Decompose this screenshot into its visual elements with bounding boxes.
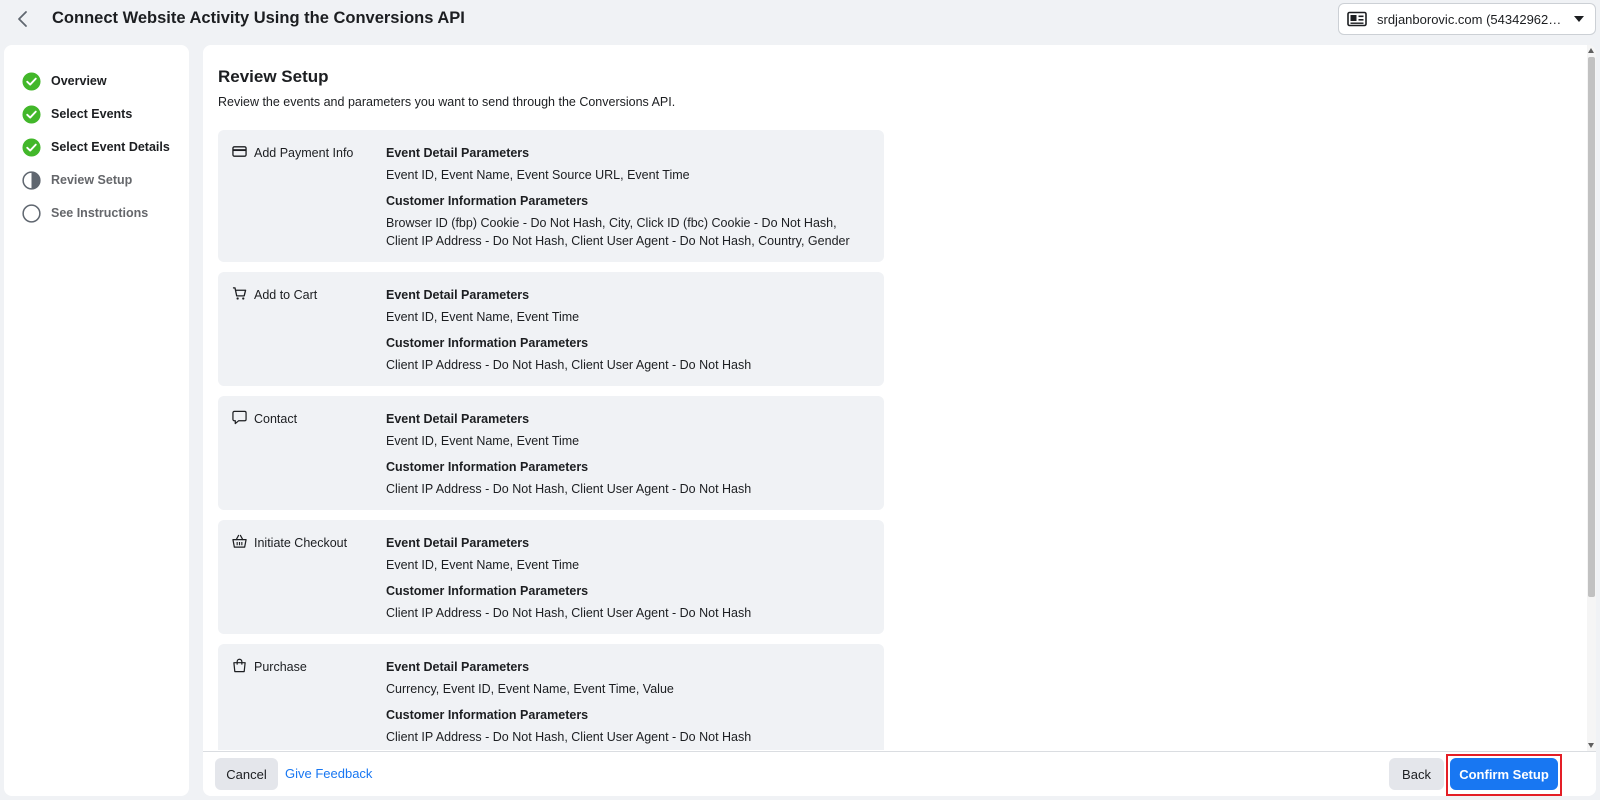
event-detail-values: Event ID, Event Name, Event Time: [386, 558, 580, 572]
footer-bar: Cancel Give Feedback Back Confirm Setup: [203, 751, 1596, 796]
event-name: Initiate Checkout: [254, 536, 348, 550]
step-label: Overview: [51, 74, 107, 88]
top-bar: Connect Website Activity Using the Conve…: [0, 0, 1600, 40]
customer-info-heading: Customer Information Parameters: [386, 194, 589, 208]
page-title: Connect Website Activity Using the Conve…: [52, 9, 465, 27]
give-feedback-link[interactable]: Give Feedback: [285, 766, 372, 781]
event-params: Event Detail Parameters Event ID, Event …: [386, 146, 866, 250]
account-selector[interactable]: srdjanborovic.com (5434296263…: [1338, 3, 1596, 35]
event-params: Event Detail Parameters Event ID, Event …: [386, 536, 866, 622]
event-detail-values: Event ID, Event Name, Event Source URL, …: [386, 168, 690, 182]
event-detail-heading: Event Detail Parameters: [386, 412, 530, 426]
check-circle-icon: [22, 137, 41, 157]
event-card-initiate-checkout: Initiate Checkout Event Detail Parameter…: [218, 520, 884, 634]
event-detail-values: Currency, Event ID, Event Name, Event Ti…: [386, 682, 674, 696]
customer-info-values: Client IP Address - Do Not Hash, Client …: [386, 358, 752, 372]
customer-info-heading: Customer Information Parameters: [386, 336, 589, 350]
customer-info-values: Client IP Address - Do Not Hash, Client …: [386, 606, 752, 620]
cancel-button[interactable]: Cancel: [215, 758, 278, 790]
scroll-down-arrow-icon[interactable]: [1588, 743, 1594, 748]
event-params: Event Detail Parameters Event ID, Event …: [386, 412, 866, 498]
steps-panel: Overview Select Events Select Event Deta…: [4, 45, 189, 796]
section-description: Review the events and parameters you wan…: [218, 95, 676, 109]
event-detail-heading: Event Detail Parameters: [386, 660, 530, 674]
caret-down-icon: [1574, 16, 1584, 22]
empty-circle-icon: [22, 203, 41, 223]
section-title: Review Setup: [218, 67, 329, 86]
event-detail-heading: Event Detail Parameters: [386, 288, 530, 302]
event-card-add-payment-info: Add Payment Info Event Detail Parameters…: [218, 130, 884, 262]
customer-info-values: Client IP Address - Do Not Hash, Client …: [386, 482, 752, 496]
customer-info-heading: Customer Information Parameters: [386, 460, 589, 474]
check-circle-icon: [22, 104, 41, 124]
data-source-icon: [1347, 11, 1367, 27]
events-list[interactable]: Add Payment Info Event Detail Parameters…: [218, 130, 888, 750]
vertical-scrollbar[interactable]: [1587, 45, 1596, 751]
event-name: Add to Cart: [254, 288, 318, 302]
event-detail-values: Event ID, Event Name, Event Time: [386, 434, 580, 448]
event-params: Event Detail Parameters Currency, Event …: [386, 660, 866, 746]
confirm-highlight-box: [1446, 754, 1562, 796]
half-circle-icon: [22, 170, 41, 190]
cart-icon: [232, 287, 247, 300]
step-label: Review Setup: [51, 173, 133, 187]
step-label: See Instructions: [51, 206, 149, 220]
event-card-add-to-cart: Add to Cart Event Detail Parameters Even…: [218, 272, 884, 386]
step-label: Select Event Details: [51, 140, 170, 154]
event-name: Contact: [254, 412, 298, 426]
credit-card-icon: [232, 146, 247, 157]
event-card-purchase: Purchase Event Detail Parameters Currenc…: [218, 644, 884, 750]
customer-info-heading: Customer Information Parameters: [386, 584, 589, 598]
customer-info-values: Browser ID (fbp) Cookie - Do Not Hash, C…: [386, 216, 850, 248]
check-circle-icon: [22, 71, 41, 91]
customer-info-heading: Customer Information Parameters: [386, 708, 589, 722]
scrollbar-thumb[interactable]: [1588, 57, 1595, 597]
event-detail-heading: Event Detail Parameters: [386, 146, 530, 160]
step-select-events[interactable]: Select Events: [22, 103, 132, 125]
step-label: Select Events: [51, 107, 133, 121]
main-panel: Review Setup Review the events and param…: [203, 45, 1596, 796]
basket-icon: [232, 534, 247, 548]
event-detail-heading: Event Detail Parameters: [386, 536, 530, 550]
back-chevron-icon[interactable]: [14, 10, 32, 28]
step-overview[interactable]: Overview: [22, 70, 107, 92]
event-card-contact: Contact Event Detail Parameters Event ID…: [218, 396, 884, 510]
step-select-event-details[interactable]: Select Event Details: [22, 136, 170, 158]
step-review-setup[interactable]: Review Setup: [22, 169, 132, 191]
shopping-bag-icon: [233, 658, 246, 673]
account-name: srdjanborovic.com (5434296263…: [1377, 11, 1567, 27]
event-name: Add Payment Info: [254, 146, 354, 160]
scroll-up-arrow-icon[interactable]: [1588, 48, 1594, 53]
step-see-instructions[interactable]: See Instructions: [22, 202, 148, 224]
back-button[interactable]: Back: [1389, 758, 1444, 790]
customer-info-values: Client IP Address - Do Not Hash, Client …: [386, 730, 752, 744]
event-detail-values: Event ID, Event Name, Event Time: [386, 310, 580, 324]
event-name: Purchase: [254, 660, 307, 674]
chat-bubble-icon: [232, 410, 247, 425]
event-params: Event Detail Parameters Event ID, Event …: [386, 288, 866, 374]
